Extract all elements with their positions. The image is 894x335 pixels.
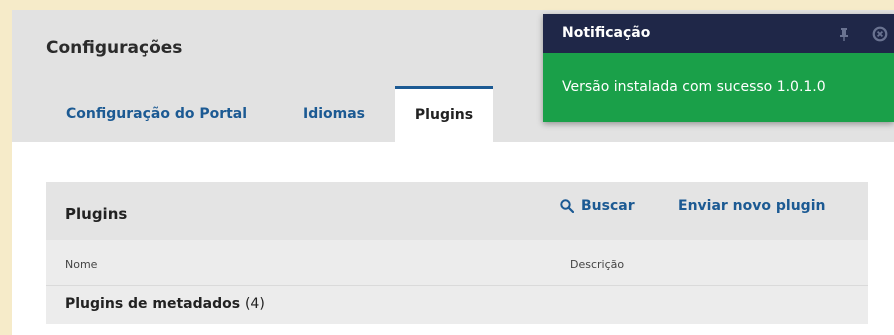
search-icon: [560, 199, 574, 213]
column-header-descricao[interactable]: Descrição: [570, 258, 624, 271]
tab-configuracao-do-portal[interactable]: Configuração do Portal: [66, 106, 247, 122]
plugins-panel-header: Plugins Buscar Enviar novo plugin: [46, 182, 868, 240]
notification-toast: Notificação Versão instalada com sucesso…: [543, 14, 894, 122]
panel-bottom-edge: [46, 324, 868, 335]
tab-plugins[interactable]: Plugins: [395, 86, 493, 142]
plugins-panel: Plugins Buscar Enviar novo plugin Nome D…: [46, 182, 868, 335]
notification-title: Notificação: [562, 25, 651, 41]
notification-header: Notificação: [543, 14, 894, 53]
plugin-group-count: (4): [244, 296, 265, 312]
tab-plugins-label: Plugins: [414, 107, 474, 123]
pin-icon[interactable]: [836, 26, 852, 42]
search-button[interactable]: Buscar: [560, 198, 635, 214]
divider: [46, 285, 868, 286]
close-icon[interactable]: [872, 26, 888, 42]
notification-message: Versão instalada com sucesso 1.0.1.0: [562, 79, 826, 95]
column-header-nome[interactable]: Nome: [65, 258, 97, 271]
search-button-label: Buscar: [581, 198, 635, 214]
plugin-group-metadata[interactable]: Plugins de metadados (4): [65, 296, 265, 312]
upload-plugin-button[interactable]: Enviar novo plugin: [678, 198, 825, 214]
plugin-group-name: Plugins de metadados: [65, 296, 241, 312]
tab-idiomas[interactable]: Idiomas: [303, 106, 365, 122]
plugins-panel-title: Plugins: [65, 205, 128, 223]
notification-body: Versão instalada com sucesso 1.0.1.0: [543, 53, 894, 122]
